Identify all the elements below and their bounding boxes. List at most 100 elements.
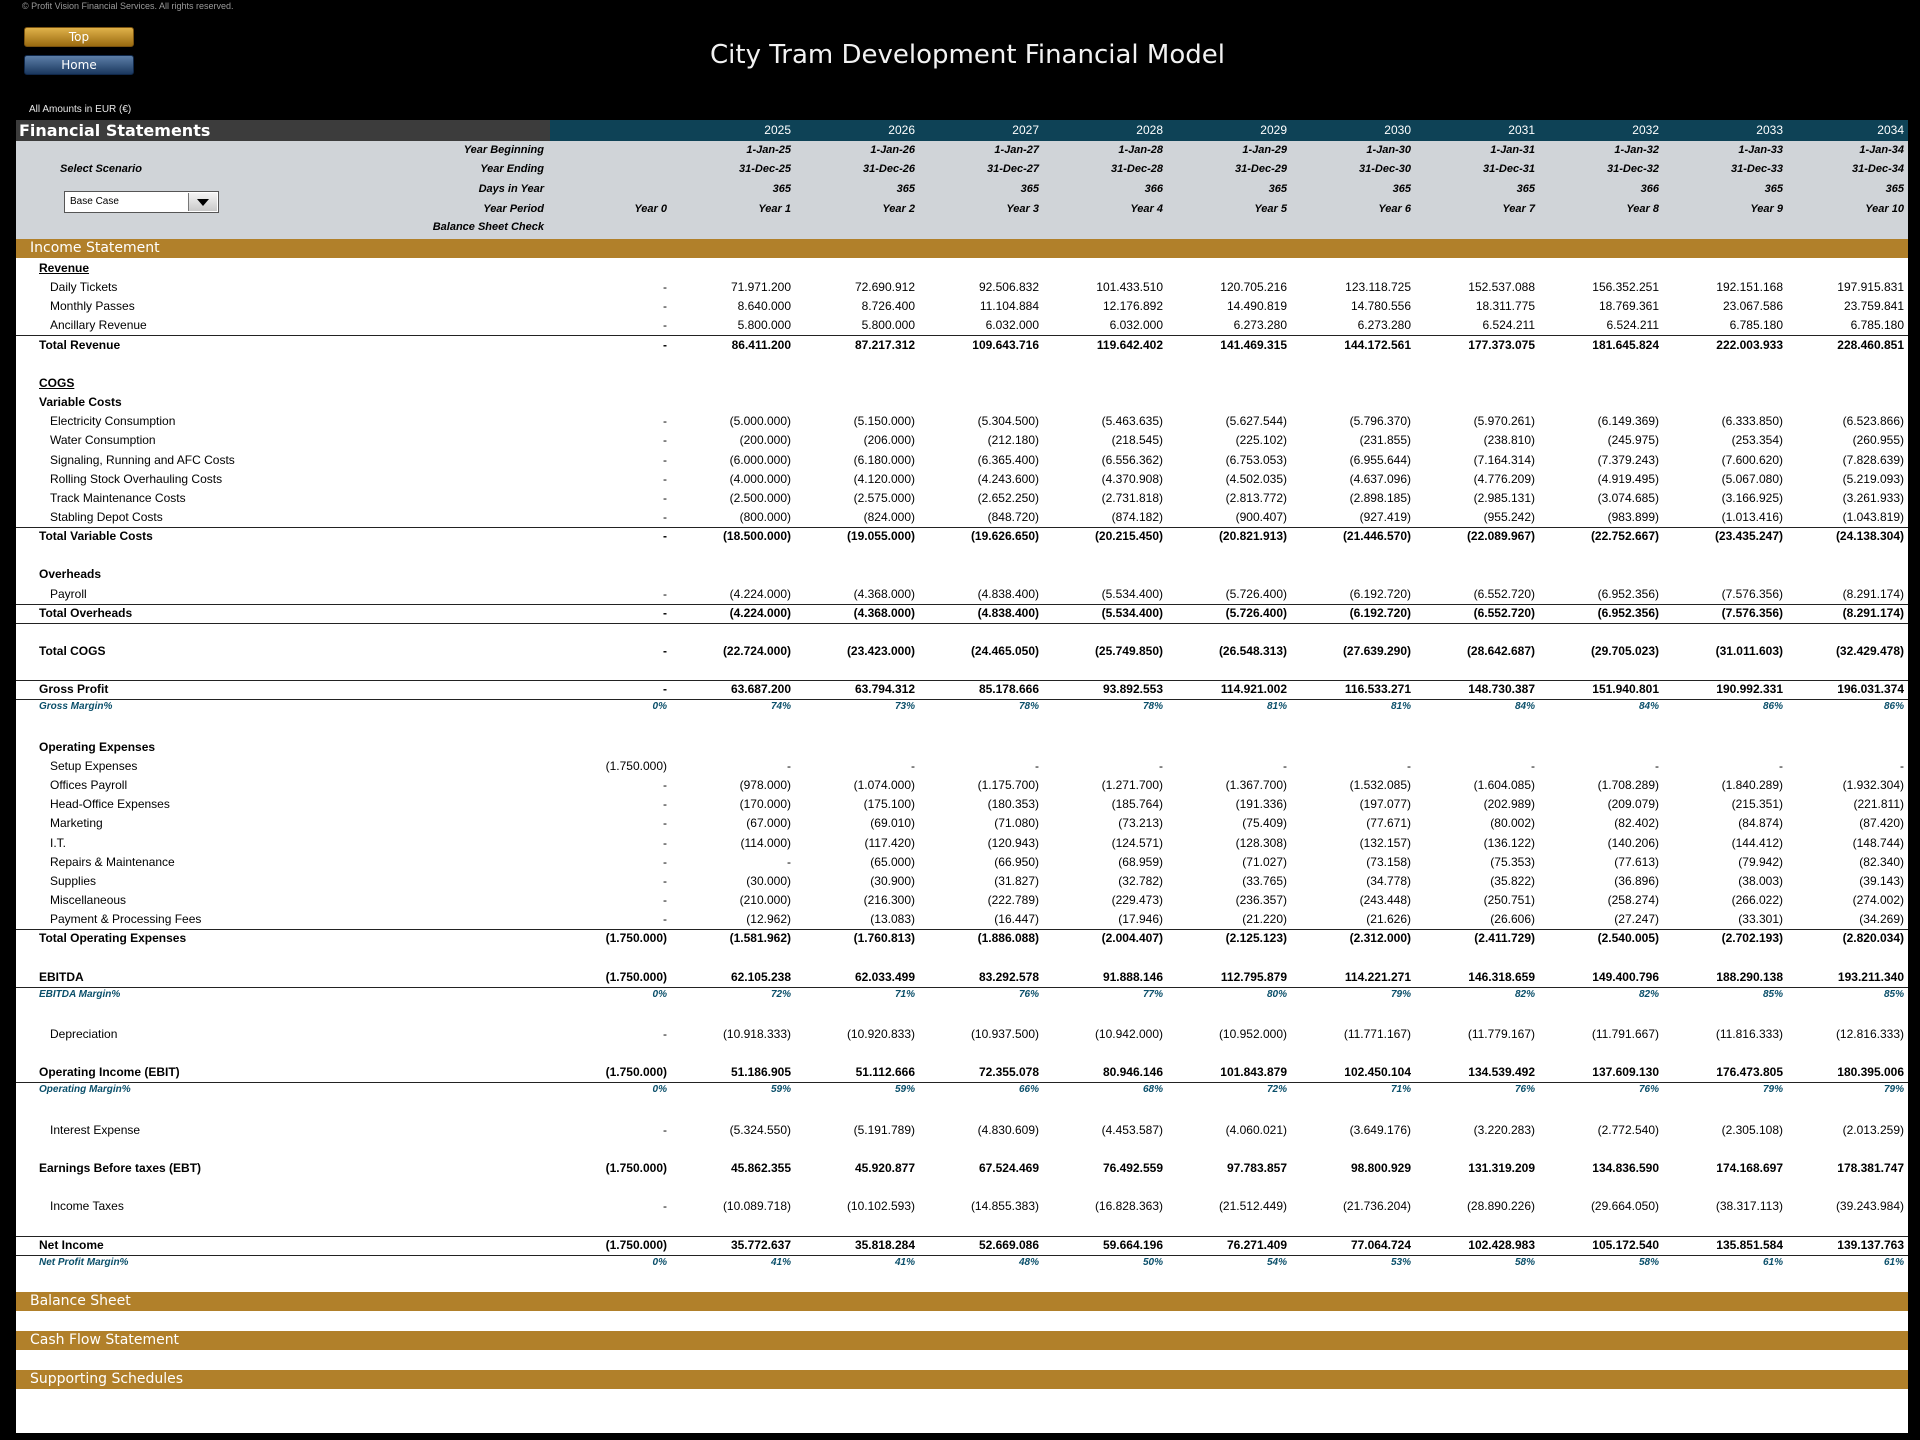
row-label: Interest Expense xyxy=(50,1122,141,1137)
year-ending-value: 31-Dec-33 xyxy=(1731,163,1783,175)
row-value: 52.669.086 xyxy=(978,1237,1039,1252)
row-value: (10.920.833) xyxy=(846,1027,915,1041)
row-value: (27.639.290) xyxy=(1342,644,1411,658)
row-value: - xyxy=(663,586,667,601)
row-value: (1.932.304) xyxy=(1842,778,1904,793)
row-value: - xyxy=(1655,758,1659,773)
row-label: Depreciation xyxy=(50,1027,118,1041)
row-label: Electricity Consumption xyxy=(50,414,176,429)
row-value: 134.836.590 xyxy=(1592,1161,1659,1176)
row-value: - xyxy=(1035,758,1039,773)
cash-flow-statement-section[interactable]: Cash Flow Statement xyxy=(16,1331,1908,1350)
row-value: 6.032.000 xyxy=(1109,318,1163,333)
row-value: (25.749.850) xyxy=(1094,644,1163,658)
row-value: 0% xyxy=(652,988,667,1000)
spacer-row xyxy=(16,948,1908,967)
row-value: (1.750.000) xyxy=(605,758,667,773)
row-value: 51.112.666 xyxy=(855,1065,915,1080)
year-header: 2033 xyxy=(1756,123,1783,137)
row-value: (1.760.813) xyxy=(853,931,915,946)
select-scenario-label: Select Scenario xyxy=(60,163,142,175)
year-beginning-value: 1-Jan-27 xyxy=(994,144,1039,156)
scenario-selected-value: Base Case xyxy=(70,196,119,207)
row-value: 12.176.892 xyxy=(1102,299,1163,314)
year-beginning-value: 1-Jan-28 xyxy=(1118,144,1163,156)
row-value: (955.242) xyxy=(1483,509,1535,524)
row-label: Gross Profit xyxy=(39,682,109,697)
income-statement-section[interactable]: Income Statement xyxy=(16,239,1908,258)
row-label: Operating Margin% xyxy=(39,1084,131,1096)
year-period-value: Year 1 xyxy=(758,203,791,215)
row-label: Setup Expenses xyxy=(50,758,138,773)
row-value: (258.274) xyxy=(1607,892,1659,907)
statement-row: Net Profit Margin% 0% 41% 41% 48% 50% 54% 53% 58… xyxy=(16,1255,1908,1274)
row-value: (2.411.729) xyxy=(1474,931,1535,946)
row-value: 62.105.238 xyxy=(730,969,791,984)
row-value: 62.033.499 xyxy=(854,969,915,984)
row-value: - xyxy=(663,644,667,658)
row-value: (2.312.000) xyxy=(1349,931,1411,946)
balance-sheet-section[interactable]: Balance Sheet xyxy=(16,1292,1908,1311)
row-value: 72.355.078 xyxy=(978,1065,1039,1080)
row-value: (4.830.609) xyxy=(977,1122,1039,1137)
row-value: (6.955.644) xyxy=(1349,452,1411,467)
year-period-value: Year 8 xyxy=(1626,203,1659,215)
row-value: (24.465.050) xyxy=(970,644,1039,658)
row-label: Total COGS xyxy=(39,644,106,658)
row-value: 82% xyxy=(1638,988,1659,1000)
statement-row: Marketing - (67.000) (69.010) (71.080) (73.21… xyxy=(16,814,1908,833)
statement-row: Total Revenue - 86.411.200 87.217.312 109.64… xyxy=(16,336,1908,355)
row-value: (33.765) xyxy=(1242,873,1287,888)
row-value: 180.395.006 xyxy=(1837,1065,1904,1080)
row-value: (4.637.096) xyxy=(1349,471,1411,486)
row-value: 0% xyxy=(652,1256,667,1268)
spacer-row xyxy=(16,546,1908,565)
statement-row: Setup Expenses (1.750.000) - - - - - - - - - - xyxy=(16,757,1908,776)
chevron-down-icon[interactable] xyxy=(188,193,217,211)
row-value: (19.626.650) xyxy=(970,529,1039,544)
row-value: (5.534.400) xyxy=(1101,586,1163,601)
row-value: 54% xyxy=(1266,1256,1287,1268)
row-value: 63.687.200 xyxy=(730,682,791,697)
row-value: (2.772.540) xyxy=(1597,1122,1659,1137)
row-value: (848.720) xyxy=(987,509,1039,524)
row-value: (11.771.167) xyxy=(1343,1027,1411,1041)
row-value: 6.273.280 xyxy=(1233,318,1287,333)
row-value: 79% xyxy=(1762,1084,1783,1096)
spacer-row xyxy=(16,661,1908,682)
row-value: (10.102.593) xyxy=(846,1199,915,1214)
row-value: (31.827) xyxy=(994,873,1039,888)
row-value: (7.576.356) xyxy=(1721,586,1783,601)
row-value: (28.890.226) xyxy=(1466,1199,1535,1214)
row-value: 92.506.832 xyxy=(978,280,1039,295)
row-value: (21.512.449) xyxy=(1218,1199,1287,1214)
row-value: 0% xyxy=(652,701,667,713)
row-value: 71% xyxy=(1390,1084,1411,1096)
row-value: (2.013.259) xyxy=(1842,1122,1904,1137)
row-value: (80.002) xyxy=(1490,816,1535,831)
scenario-dropdown[interactable]: Base Case xyxy=(64,191,219,213)
row-value: (4.243.600) xyxy=(977,471,1039,486)
row-value: (4.060.021) xyxy=(1225,1122,1287,1137)
spacer-row xyxy=(16,1006,1908,1025)
row-value: 151.940.801 xyxy=(1592,682,1659,697)
row-value: (4.000.000) xyxy=(729,471,791,486)
row-value: (4.776.209) xyxy=(1473,471,1535,486)
row-value: (5.324.550) xyxy=(729,1122,791,1137)
row-label: EBITDA xyxy=(39,969,84,984)
row-value: 144.172.561 xyxy=(1344,337,1411,352)
row-value: 48% xyxy=(1018,1256,1039,1268)
row-value: (1.532.085) xyxy=(1349,778,1411,793)
row-value: (26.548.313) xyxy=(1218,644,1287,658)
row-value: (4.368.000) xyxy=(853,605,915,620)
row-value: 174.168.697 xyxy=(1716,1161,1783,1176)
supporting-schedules-section[interactable]: Supporting Schedules xyxy=(16,1370,1908,1389)
row-label: Earnings Before taxes (EBT) xyxy=(39,1161,202,1176)
row-value: 176.473.805 xyxy=(1716,1065,1783,1080)
row-value: (238.810) xyxy=(1483,433,1535,448)
row-value: 78% xyxy=(1142,701,1163,713)
row-value: 0% xyxy=(652,1084,667,1096)
row-value: 72% xyxy=(1266,1084,1287,1096)
row-value: 192.151.168 xyxy=(1716,280,1783,295)
row-value: (71.080) xyxy=(994,816,1039,831)
